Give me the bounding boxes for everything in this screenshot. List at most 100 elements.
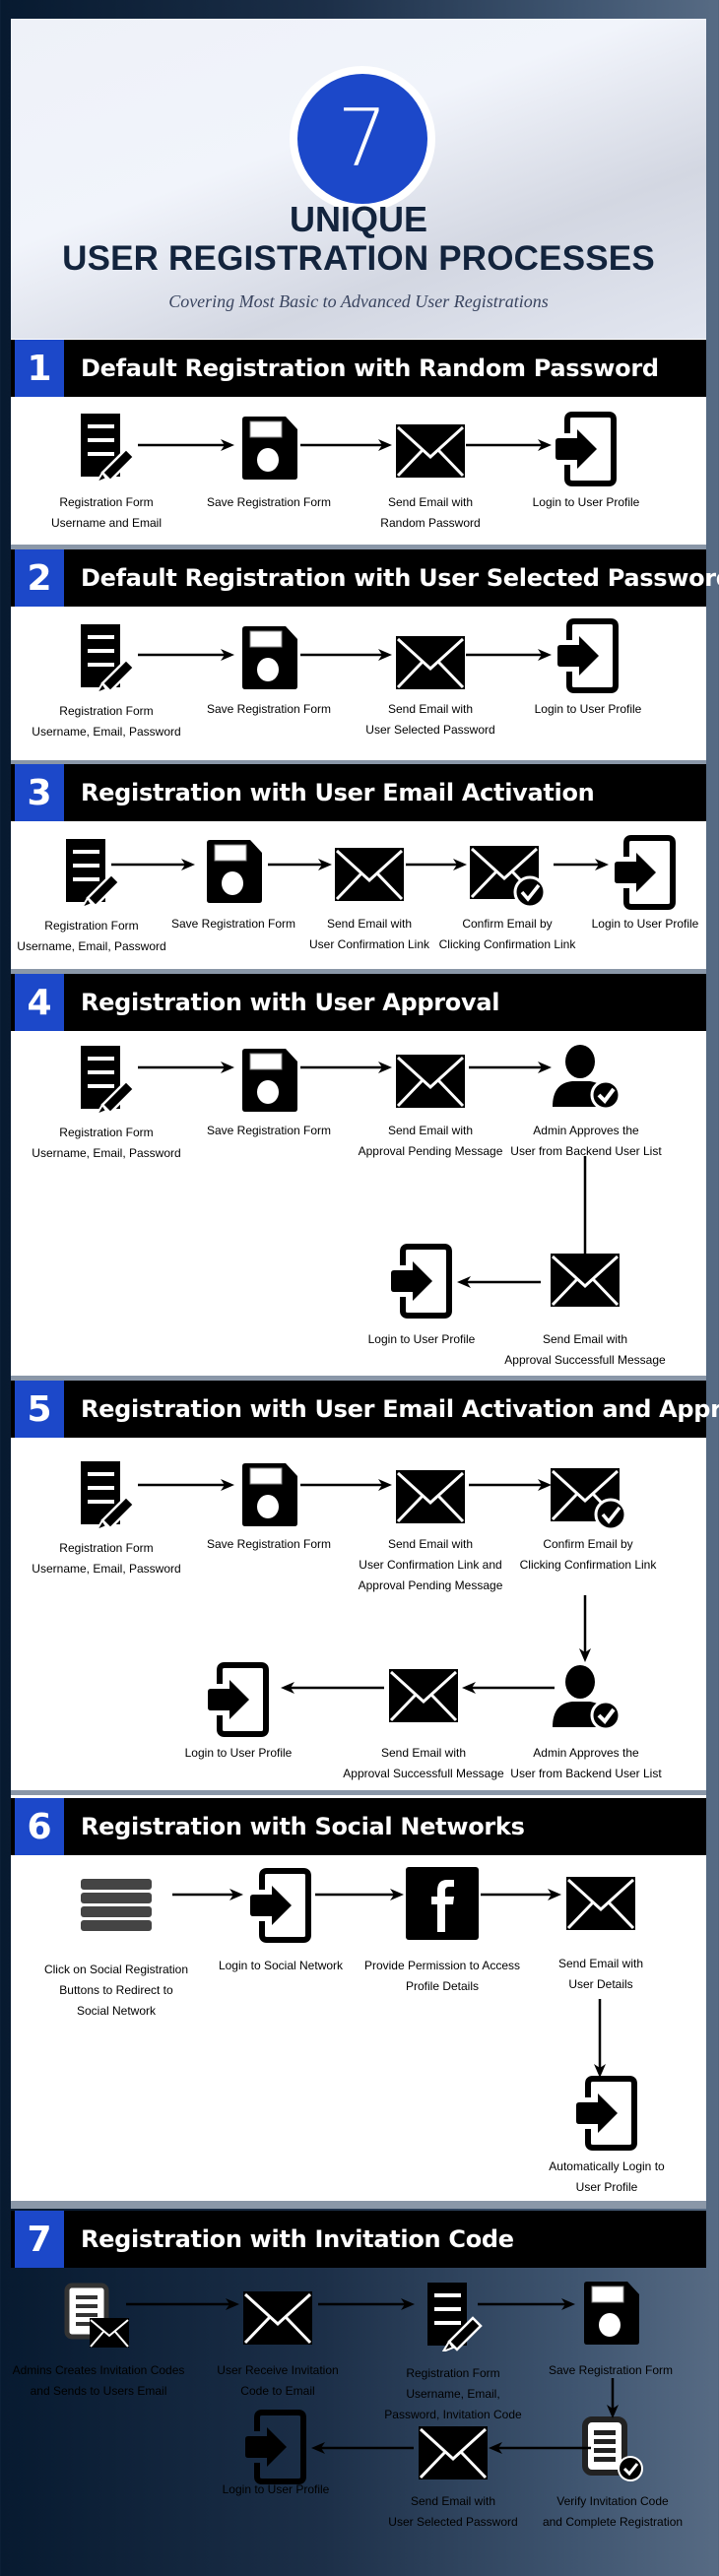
step-label-line: Provide Permission to Access <box>363 1959 521 1972</box>
process-step-label: Save Registration Form <box>207 492 331 513</box>
flow-arrow <box>454 1680 562 1701</box>
step-label-line: User Profile <box>575 2180 638 2194</box>
process-step-label: Send Email with User Details <box>558 1954 643 1995</box>
process-step-icon <box>238 625 299 690</box>
process-step-icon <box>75 622 138 693</box>
flow-arrow <box>130 437 242 458</box>
process-step-label: Registration Form Username, Email, Passwo… <box>32 1538 180 1579</box>
step-label-line: Login to Social Network <box>218 1959 344 1972</box>
step-label-line: Login to User Profile <box>222 2482 330 2496</box>
envelope-icon <box>395 635 466 690</box>
process-step-icon <box>395 423 466 479</box>
save-floppy-icon <box>203 839 264 904</box>
step-label-line: Approval Pending Message <box>358 1578 503 1592</box>
process-step-label: Send Email with Approval Pending Message <box>359 1121 503 1162</box>
flow-arrow <box>118 2296 247 2317</box>
process-step-label: Login to Social Network <box>219 1956 343 1976</box>
hero-badge-number: 7 <box>297 74 427 204</box>
step-label-line: Username, Email, Password <box>32 725 181 739</box>
step-label-line: Save Registration Form <box>206 1537 332 1551</box>
flow-arrow <box>130 1060 242 1080</box>
process-step-icon <box>613 835 678 910</box>
envelope-icon <box>395 1054 466 1109</box>
step-label-line: Save Registration Form <box>206 495 332 509</box>
flow-arrow <box>461 1060 559 1080</box>
save-floppy-icon <box>580 2281 641 2346</box>
process-step-icon <box>238 1462 299 1527</box>
step-label-line: Send Email with <box>557 1957 644 1970</box>
section-header: 6 Registration with Social Networks <box>11 1798 706 1855</box>
process-step-icon <box>554 412 619 486</box>
step-label-line: Social Network <box>76 2004 157 2018</box>
flow-arrow <box>577 1587 593 1675</box>
section-number-badge: 5 <box>15 1381 64 1438</box>
step-label-line: Approval Successfull Message <box>343 1767 504 1780</box>
process-step-icon <box>75 1044 138 1115</box>
step-label-line: Login to User Profile <box>591 917 699 931</box>
step-label-line: Login to User Profile <box>534 702 642 716</box>
save-floppy-icon <box>238 1048 299 1113</box>
section-header: 4 Registration with User Approval <box>11 974 706 1031</box>
section-title: Registration with Social Networks <box>81 1813 525 1840</box>
process-step-icon <box>418 2425 489 2480</box>
flow-arrow <box>293 1477 400 1498</box>
step-label-line: Clicking Confirmation Link <box>519 1558 657 1572</box>
process-step-label: Admins Creates Invitation Codes and Sends… <box>13 2360 185 2402</box>
form-pencil-icon <box>75 412 138 483</box>
section-title: Registration with Invitation Code <box>81 2225 514 2253</box>
process-step-icon <box>406 1867 479 1940</box>
step-label-line: Save Registration Form <box>170 917 296 931</box>
login-icon <box>389 1244 454 1319</box>
hero-subtitle: Covering Most Basic to Advanced User Reg… <box>168 291 549 311</box>
step-label-line: Admins Creates Invitation Codes <box>12 2363 185 2377</box>
process-step-label: Registration Form Username and Email <box>51 492 162 534</box>
login-icon <box>556 618 621 693</box>
section-number-badge: 6 <box>15 1798 64 1855</box>
step-label-line: Registration Form <box>59 495 154 509</box>
step-label-line: Registration Form <box>406 2366 500 2380</box>
save-floppy-icon <box>238 1462 299 1527</box>
section-title: Default Registration with User Selected … <box>81 564 719 592</box>
process-step-label: Save Registration Form <box>207 699 331 720</box>
section-header: 1 Default Registration with Random Passwo… <box>11 340 706 397</box>
step-label-line: and Sends to Users Email <box>30 2384 167 2398</box>
login-icon <box>554 412 619 486</box>
flow-arrow <box>273 1680 392 1701</box>
flow-arrow <box>130 1477 242 1498</box>
step-label-line: Username, Email, <box>406 2387 500 2401</box>
step-label-line: Automatically Login to <box>549 2159 665 2173</box>
step-label-line: Send Email with <box>387 495 474 509</box>
process-step-label: Login to User Profile <box>533 492 640 513</box>
step-label-line: Random Password <box>380 516 481 530</box>
process-step-label: Login to User Profile <box>185 1743 293 1764</box>
step-label-line: Verify Invitation Code <box>556 2494 669 2508</box>
section-title: Default Registration with Random Passwor… <box>81 354 659 382</box>
step-label-line: Registration Form <box>59 1541 154 1555</box>
section-header: 7 Registration with Invitation Code <box>11 2211 706 2268</box>
step-label-line: Username, Email, Password <box>32 1146 181 1160</box>
flow-arrow <box>481 2440 599 2461</box>
flow-arrow <box>303 2440 422 2461</box>
envelope-icon <box>395 423 466 479</box>
process-step-icon <box>556 618 621 693</box>
form-pencil-icon <box>75 1459 138 1530</box>
step-label-line: Registration Form <box>44 919 139 933</box>
flow-arrow <box>458 437 559 458</box>
login-icon <box>613 835 678 910</box>
card-bottom-edge <box>11 2204 706 2209</box>
process-step-icon <box>334 847 405 902</box>
process-step-label: Admin Approves the User from Backend User… <box>510 1743 661 1784</box>
process-step-label: Automatically Login to User Profile <box>549 2157 664 2198</box>
process-step-label: Registration Form Username, Email, Passwo… <box>32 1123 180 1164</box>
step-label-line: Username, Email, Password <box>17 939 166 953</box>
process-step-label: Click on Social Registration Buttons to R… <box>44 1960 188 2022</box>
step-label-line: Send Email with <box>380 1746 467 1760</box>
process-step-label: Confirm Email by Clicking Confirmation Li… <box>520 1534 657 1576</box>
login-icon <box>206 1662 271 1737</box>
process-step-label: Send Email with Approval Successfull Mess… <box>504 1329 665 1371</box>
process-step-icon <box>565 1876 636 1931</box>
step-label-line: User Receive Invitation <box>217 2363 339 2377</box>
step-label-line: Password, Invitation Code <box>384 2408 522 2421</box>
step-label-line: Send Email with <box>387 1124 474 1137</box>
process-step-label: User Receive Invitation Code to Email <box>217 2360 338 2402</box>
